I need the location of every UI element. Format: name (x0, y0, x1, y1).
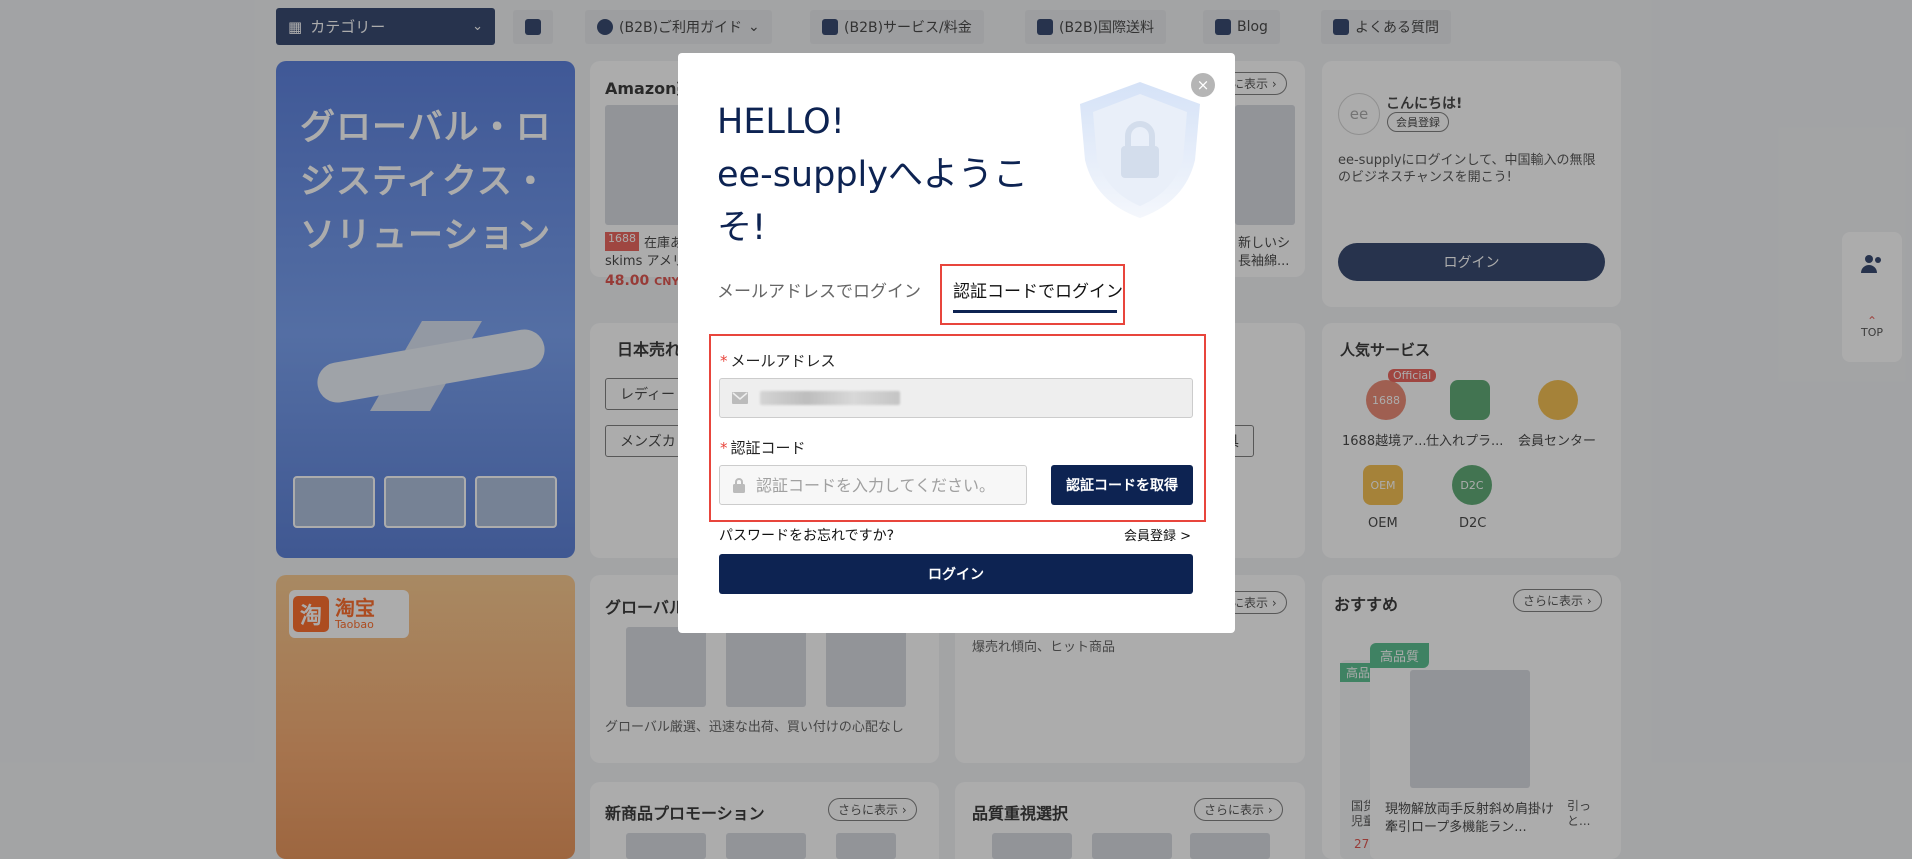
email-label: * メールアドレス (720, 352, 836, 370)
login-button[interactable]: ログイン (719, 554, 1193, 594)
register-link[interactable]: 会員登録 > (1124, 525, 1191, 544)
lock-icon (733, 478, 745, 493)
forgot-password-link[interactable]: パスワードをお忘れですか? (719, 525, 894, 545)
code-label: * 認証コード (720, 439, 806, 457)
email-field[interactable] (719, 378, 1193, 418)
tab-code-login[interactable]: 認証コードでログイン (953, 277, 1123, 302)
code-input[interactable] (756, 475, 1016, 495)
code-field[interactable] (719, 465, 1027, 505)
mail-icon (732, 392, 748, 404)
get-code-button[interactable]: 認証コードを取得 (1051, 465, 1193, 505)
active-tab-indicator (953, 310, 1117, 313)
shield-lock-icon (1080, 82, 1200, 218)
tab-email-login[interactable]: メールアドレスでログイン (717, 277, 921, 302)
masked-email (760, 391, 900, 405)
modal-heading: HELLO! ee-supplyへようこ そ! (717, 102, 1028, 248)
